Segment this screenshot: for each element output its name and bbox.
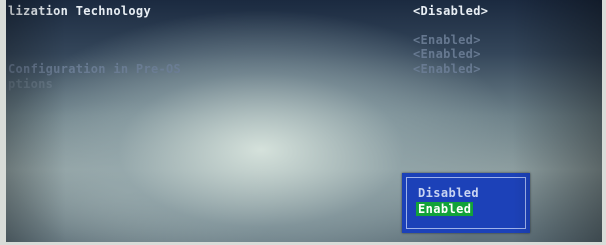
setting-row-configuration-pre-os[interactable]: Configuration in Pre-OS <Enabled>	[6, 62, 602, 76]
setting-value[interactable]: <Disabled>	[413, 4, 488, 18]
setting-label: Configuration in Pre-OS	[8, 62, 182, 76]
option-disabled[interactable]: Disabled	[416, 186, 481, 200]
option-selection-popup[interactable]: Disabled Enabled	[402, 173, 530, 233]
setting-row[interactable]: <Enabled>	[6, 33, 602, 47]
option-enabled-selected[interactable]: Enabled	[416, 202, 474, 216]
setting-value[interactable]: <Enabled>	[413, 47, 481, 61]
setting-row[interactable]	[6, 19, 602, 33]
setting-label: ptions	[8, 77, 54, 91]
setting-value[interactable]: <Enabled>	[413, 33, 481, 47]
setting-row[interactable]: <Enabled>	[6, 47, 602, 61]
setting-row-options[interactable]: ptions	[6, 77, 602, 91]
setting-row-virtualization-technology[interactable]: lization Technology <Disabled>	[6, 4, 602, 18]
setting-label: lization Technology	[8, 4, 151, 18]
bios-screen: lization Technology <Disabled> <Enabled>…	[6, 0, 602, 242]
setting-value[interactable]: <Enabled>	[413, 62, 481, 76]
